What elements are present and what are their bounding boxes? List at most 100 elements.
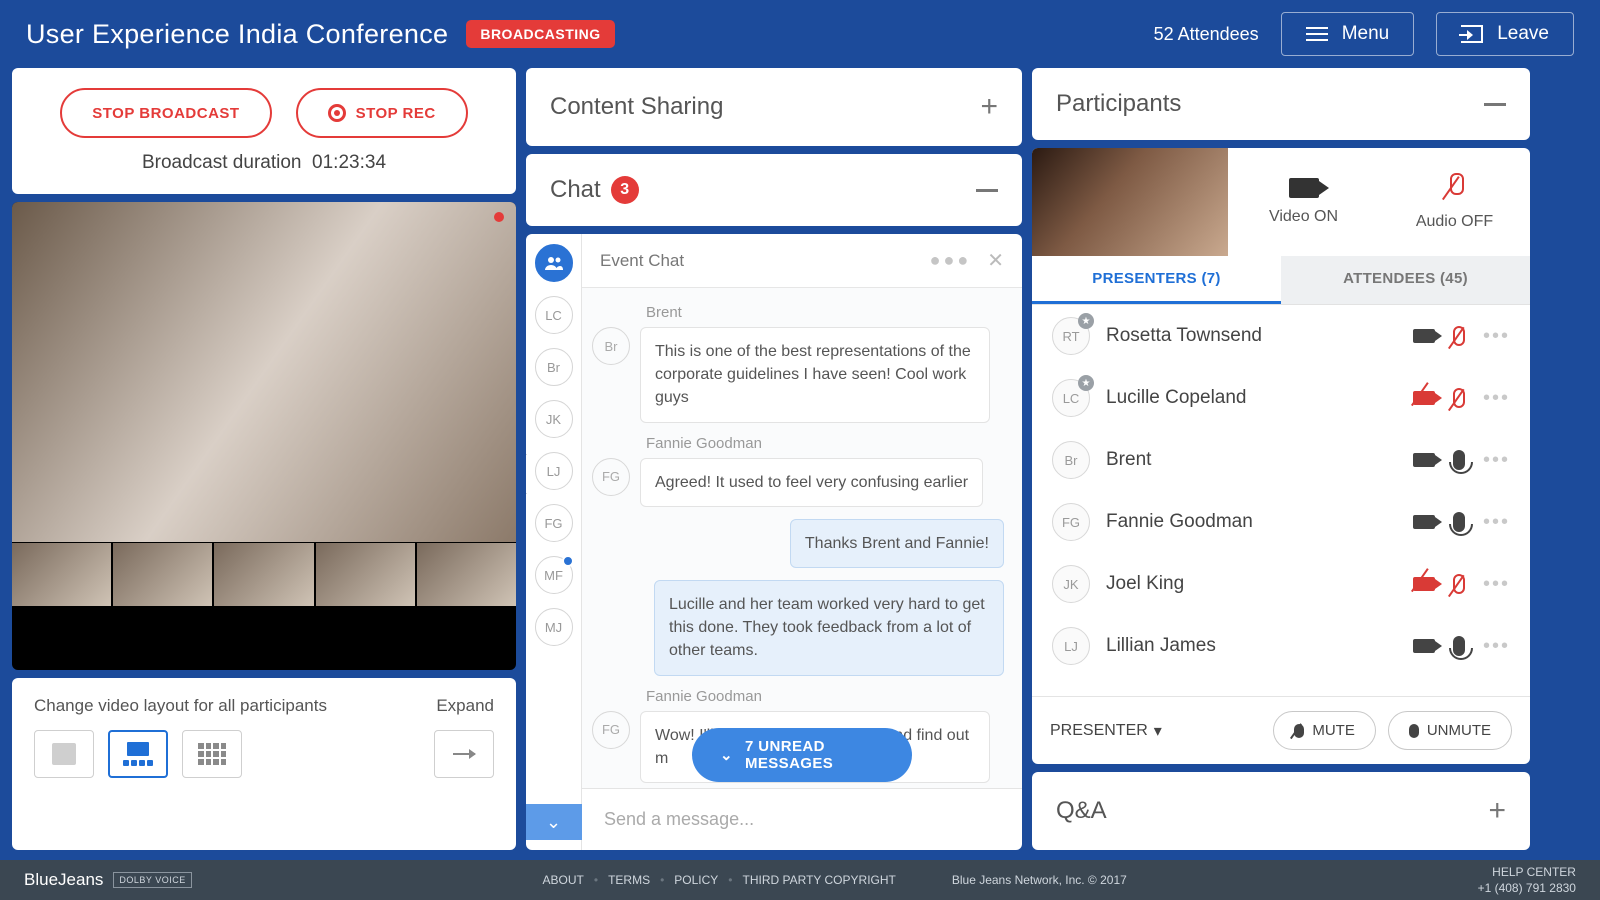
main-video: [12, 202, 516, 670]
dolby-badge: DOLBY VOICE: [113, 872, 191, 888]
video-thumb[interactable]: [12, 543, 111, 606]
chat-message-self: Lucille and her team worked very hard to…: [654, 580, 1004, 676]
participant-name: Lillian James: [1106, 635, 1397, 657]
record-icon: [328, 104, 346, 122]
support-phone: +1 (408) 791 2830: [1478, 880, 1576, 896]
chat-contact-avatar[interactable]: MF: [535, 556, 573, 594]
video-thumb[interactable]: [417, 543, 516, 606]
chat-contact-avatar[interactable]: Br: [535, 348, 573, 386]
caret-down-icon: ▾: [1154, 721, 1162, 741]
sender-avatar: Br: [592, 327, 630, 365]
camera-off-icon: [1413, 391, 1435, 405]
camera-on-icon: [1413, 453, 1435, 467]
mic-on-icon: [1453, 450, 1465, 470]
duration-label: Broadcast duration: [142, 152, 302, 173]
participant-more-icon[interactable]: •••: [1483, 635, 1510, 658]
duration-value: 01:23:34: [312, 152, 386, 173]
chevron-down-icon: ⌄: [720, 746, 733, 764]
chat-header[interactable]: Chat 3: [526, 154, 1022, 226]
chat-input[interactable]: Send a message...: [582, 788, 1022, 850]
panel-expand-handle[interactable]: ▸: [526, 454, 527, 494]
participant-name: Fannie Goodman: [1106, 511, 1397, 533]
chat-title: Chat: [550, 176, 601, 204]
participant-avatar: Br: [1052, 441, 1090, 479]
audio-toggle[interactable]: Audio OFF: [1379, 148, 1530, 256]
video-thumb[interactable]: [214, 543, 313, 606]
video-thumb[interactable]: [316, 543, 415, 606]
plus-icon[interactable]: +: [1488, 794, 1506, 828]
menu-button[interactable]: Menu: [1281, 12, 1415, 56]
content-sharing-title: Content Sharing: [550, 93, 723, 121]
role-dropdown[interactable]: PRESENTER▾: [1050, 721, 1162, 741]
participant-more-icon[interactable]: •••: [1483, 573, 1510, 596]
leave-icon: [1461, 25, 1483, 43]
layout-solo-button[interactable]: [34, 730, 94, 778]
participant-row[interactable]: Br Brent •••: [1032, 429, 1530, 491]
participant-row[interactable]: RT★Rosetta Townsend•••: [1032, 305, 1530, 367]
menu-label: Menu: [1342, 23, 1390, 45]
star-icon: ★: [1078, 375, 1094, 391]
collapse-icon[interactable]: [1484, 103, 1506, 106]
participant-row[interactable]: FGFannie Goodman•••: [1032, 491, 1530, 553]
participant-name: Joel King: [1106, 573, 1397, 595]
chat-unread-badge: 3: [611, 176, 639, 204]
chat-contact-avatar[interactable]: LC: [535, 296, 573, 334]
chat-message: This is one of the best representations …: [640, 327, 990, 423]
collapse-icon[interactable]: [976, 189, 998, 192]
chat-contact-avatar[interactable]: LJ: [535, 452, 573, 490]
stop-broadcast-button[interactable]: STOP BROADCAST: [60, 88, 271, 138]
video-thumb[interactable]: [113, 543, 212, 606]
footer-link[interactable]: POLICY: [674, 873, 718, 887]
plus-icon[interactable]: +: [980, 90, 998, 124]
participant-more-icon[interactable]: •••: [1483, 387, 1510, 410]
mute-all-button[interactable]: MUTE: [1273, 711, 1376, 750]
qa-header[interactable]: Q&A +: [1032, 772, 1530, 850]
mic-mute-icon: [1294, 724, 1304, 738]
participants-header[interactable]: Participants: [1032, 68, 1530, 140]
hamburger-icon: [1306, 27, 1328, 41]
close-icon[interactable]: ✕: [987, 248, 1004, 273]
tab-attendees[interactable]: ATTENDEES (45): [1281, 256, 1530, 304]
chat-contact-avatar[interactable]: MJ: [535, 608, 573, 646]
mic-off-icon: [1453, 388, 1465, 408]
content-sharing-header[interactable]: Content Sharing +: [526, 68, 1022, 146]
recording-indicator-icon: [494, 212, 504, 222]
participant-row[interactable]: LJLillian James•••: [1032, 615, 1530, 677]
layout-label: Change video layout for all participants: [34, 696, 327, 716]
scroll-down-button[interactable]: ⌄: [526, 804, 582, 840]
participant-avatar: LC★: [1052, 379, 1090, 417]
video-toggle[interactable]: Video ON: [1228, 148, 1379, 256]
participant-name: Brent: [1106, 449, 1397, 471]
stop-recording-button[interactable]: STOP REC: [296, 88, 468, 138]
participant-row[interactable]: JKJoel King•••: [1032, 553, 1530, 615]
chat-contact-avatar[interactable]: FG: [535, 504, 573, 542]
mic-off-icon: [1453, 326, 1465, 346]
footer-link[interactable]: ABOUT: [543, 873, 584, 887]
more-icon[interactable]: ●●●: [930, 250, 972, 271]
attendee-count: 52 Attendees: [1154, 24, 1259, 45]
arrow-right-icon: [453, 753, 475, 755]
chat-contact-avatar[interactable]: JK: [535, 400, 573, 438]
notification-dot-icon: [562, 555, 574, 567]
layout-speaker-strip-button[interactable]: [108, 730, 168, 778]
participant-more-icon[interactable]: •••: [1483, 511, 1510, 534]
mic-on-icon: [1453, 636, 1465, 656]
help-center-link[interactable]: HELP CENTER: [1478, 864, 1576, 880]
tab-presenters[interactable]: PRESENTERS (7): [1032, 256, 1281, 304]
participant-more-icon[interactable]: •••: [1483, 449, 1510, 472]
footer-link[interactable]: THIRD PARTY COPYRIGHT: [743, 873, 896, 887]
chat-message-self: Thanks Brent and Fannie!: [790, 519, 1004, 568]
unmute-all-button[interactable]: UNMUTE: [1388, 711, 1512, 750]
unread-messages-pill[interactable]: ⌄ 7 UNREAD MESSAGES: [692, 728, 912, 782]
layout-grid-button[interactable]: [182, 730, 242, 778]
camera-icon: [1289, 178, 1319, 198]
participant-row[interactable]: LC★ Lucille Copeland •••: [1032, 367, 1530, 429]
expand-button[interactable]: [434, 730, 494, 778]
expand-label: Expand: [436, 696, 494, 716]
participant-name: Lucille Copeland: [1106, 387, 1397, 409]
camera-on-icon: [1413, 329, 1435, 343]
chat-group-icon[interactable]: [535, 244, 573, 282]
footer-link[interactable]: TERMS: [608, 873, 650, 887]
leave-button[interactable]: Leave: [1436, 12, 1574, 56]
participant-more-icon[interactable]: •••: [1483, 325, 1510, 348]
